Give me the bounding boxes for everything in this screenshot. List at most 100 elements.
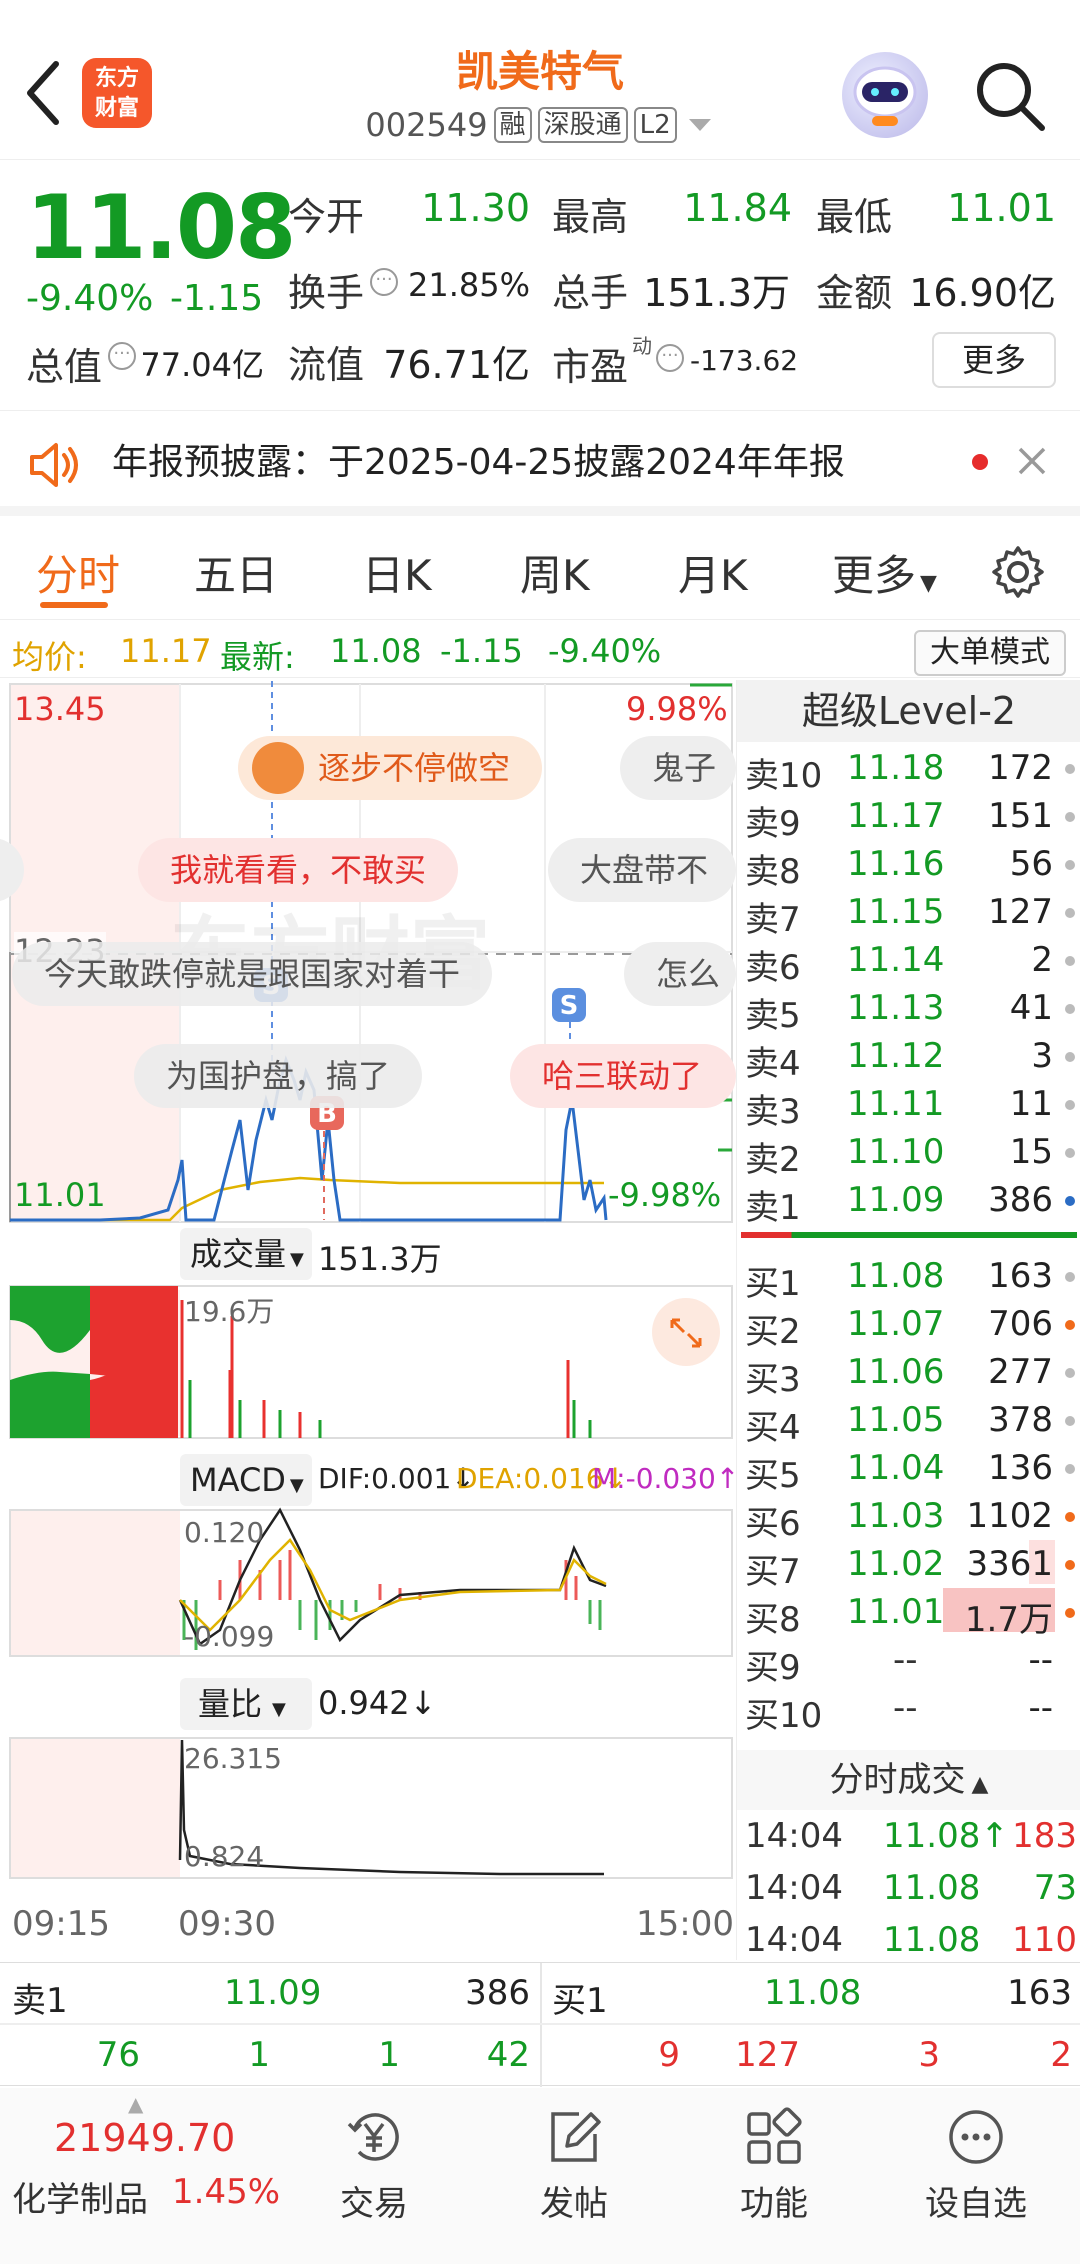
order-volume: 3361 xyxy=(966,1544,1053,1584)
order-level-label: 买4 xyxy=(745,1408,801,1448)
bid-row[interactable]: 买6 11.03 1102 xyxy=(743,1492,1079,1544)
big-order-mode-button[interactable]: 大单模式 xyxy=(914,630,1066,676)
ratio-indicator-select[interactable]: 量比 ▼ xyxy=(180,1678,312,1730)
danmaku-text: 鬼子 xyxy=(652,749,717,787)
order-price: 11.11 xyxy=(847,1084,945,1124)
order-dot xyxy=(1065,1004,1075,1014)
ask-row[interactable]: 卖3 11.11 11 xyxy=(743,1080,1079,1132)
ask-row[interactable]: 卖6 11.14 2 xyxy=(743,936,1079,988)
assistant-robot-icon[interactable] xyxy=(842,52,928,138)
search-icon[interactable] xyxy=(972,58,1048,134)
ask-row[interactable]: 卖10 11.18 172 xyxy=(743,744,1079,796)
volume-label: 总手 xyxy=(552,271,629,315)
ask-row[interactable]: 卖2 11.10 15 xyxy=(743,1128,1079,1180)
trade-ticks-header[interactable]: 分时成交 ▲ xyxy=(737,1750,1080,1810)
bid-row[interactable]: 买8 11.01 1.7万 xyxy=(743,1588,1079,1640)
danmaku-bubble[interactable]: 逐步不停做空 xyxy=(238,736,543,800)
tab-daily-k[interactable]: 日K xyxy=(362,542,432,603)
expand-button[interactable] xyxy=(652,1298,720,1366)
order-level-label: 卖8 xyxy=(745,852,801,892)
order-level-label: 买7 xyxy=(745,1552,801,1592)
sector-index-value[interactable]: 21949.70 xyxy=(54,2116,235,2160)
volume-indicator-select[interactable]: 成交量 ▼ xyxy=(180,1228,312,1280)
bid-row[interactable]: 买3 11.06 277 xyxy=(743,1348,1079,1400)
danmaku-text: 大盘带不 xyxy=(580,851,709,889)
danmaku-bubble[interactable]: 为国护盘，搞了 xyxy=(134,1044,423,1108)
nav-post-label: 发帖 xyxy=(540,2184,608,2224)
nav-post[interactable]: 发帖 xyxy=(504,2106,644,2225)
tab-five-day[interactable]: 五日 xyxy=(194,542,278,603)
tab-more[interactable]: 更多 ▼ xyxy=(832,542,937,603)
level1-quote-bar[interactable]: 卖1 11.09 386 买1 11.08 163 76 1 1 42 9 12… xyxy=(0,1962,1080,2087)
more-button[interactable]: 更多 xyxy=(932,332,1056,388)
bid-row[interactable]: 买10 -- -- xyxy=(743,1684,1079,1736)
order-level-label: 买1 xyxy=(745,1264,801,1304)
nav-functions[interactable]: 功能 xyxy=(704,2106,844,2225)
sell-queue-item: 42 xyxy=(486,2035,530,2075)
ask-row[interactable]: 卖9 11.17 151 xyxy=(743,792,1079,844)
change-percent: -9.40% xyxy=(26,278,154,319)
bid-row[interactable]: 买5 11.04 136 xyxy=(743,1444,1079,1496)
order-price: 11.07 xyxy=(847,1304,945,1344)
trade-yen-icon xyxy=(347,2113,399,2161)
market-cap-value: 77.04亿 xyxy=(140,346,264,384)
ask-row[interactable]: 卖8 11.16 56 xyxy=(743,840,1079,892)
caret-down-icon: ▼ xyxy=(272,1699,286,1720)
volume-value: 151.3万 xyxy=(643,271,790,315)
macd-m: M:-0.030↑ xyxy=(592,1462,740,1495)
auction-shade xyxy=(10,1738,180,1878)
nav-add-watchlist[interactable]: 设自选 xyxy=(906,2106,1046,2225)
tab-monthly-k[interactable]: 月K xyxy=(678,542,748,603)
trade-ticks-title: 分时成交 xyxy=(829,1760,966,1800)
open-label: 今开 xyxy=(288,195,365,239)
order-price: 11.13 xyxy=(847,988,945,1028)
ask-row[interactable]: 卖5 11.13 41 xyxy=(743,984,1079,1036)
announcement-bar[interactable]: 年报预披露：于2025-04-25披露2024年年报 xyxy=(0,410,1080,516)
level2-title[interactable]: 超级Level-2 xyxy=(737,680,1080,742)
close-icon[interactable] xyxy=(1016,445,1048,477)
order-dot xyxy=(1065,1196,1075,1206)
order-dot xyxy=(1065,812,1075,822)
info-icon[interactable]: ··· xyxy=(656,344,684,372)
ask-row[interactable]: 卖7 11.15 127 xyxy=(743,888,1079,940)
macd-indicator-select[interactable]: MACD ▼ xyxy=(180,1454,312,1506)
danmaku-bubble[interactable]: 鬼子 xyxy=(620,736,736,800)
order-price: 11.18 xyxy=(847,748,945,788)
info-icon[interactable]: ··· xyxy=(370,268,398,296)
bid-row[interactable]: 买2 11.07 706 xyxy=(743,1300,1079,1352)
danmaku-bubble[interactable]: 哈三联动了 xyxy=(510,1044,736,1108)
intraday-chart[interactable]: S B S 13.45 9.98% 12.23 11.01 xyxy=(0,680,740,1960)
ask-row[interactable]: 卖4 11.12 3 xyxy=(743,1032,1079,1084)
bid-row[interactable]: 买4 11.05 378 xyxy=(743,1396,1079,1448)
order-level-label: 卖3 xyxy=(745,1092,801,1132)
order-dot xyxy=(1065,956,1075,966)
info-icon[interactable]: ··· xyxy=(108,342,136,370)
volume-bars xyxy=(188,1380,592,1438)
bid-row[interactable]: 买7 11.02 3361 xyxy=(743,1540,1079,1592)
danmaku-bubble[interactable]: 今天敢跌停就是跟国家对着干 xyxy=(12,942,493,1006)
order-level-label: 卖4 xyxy=(745,1044,801,1084)
sector-name[interactable]: 化学制品 xyxy=(12,2172,148,2221)
danmaku-bubble[interactable]: 大盘带不 xyxy=(548,838,736,902)
order-level-label: 买6 xyxy=(745,1504,801,1544)
high-label: 最高 xyxy=(552,195,629,239)
tab-weekly-k[interactable]: 周K xyxy=(520,542,590,603)
order-price: 11.01 xyxy=(847,1592,945,1632)
turnover-label: 换手 xyxy=(288,271,365,315)
ask-row[interactable]: 卖1 11.09 386 xyxy=(743,1176,1079,1228)
order-volume: 3 xyxy=(1031,1036,1053,1076)
nav-functions-label: 功能 xyxy=(740,2184,808,2224)
settings-gear-icon[interactable] xyxy=(990,544,1046,600)
nav-trade[interactable]: 交易 xyxy=(304,2106,444,2225)
avg-label: 均价: xyxy=(12,638,87,676)
order-level-label: 买8 xyxy=(745,1600,801,1640)
trade-tick-row: 14:04 11.08 110 xyxy=(743,1920,1077,1968)
speaker-icon xyxy=(30,443,78,487)
bid-row[interactable]: 买1 11.08 163 xyxy=(743,1252,1079,1304)
danmaku-text: 怎么 xyxy=(656,955,721,993)
tab-intraday[interactable]: 分时 xyxy=(36,542,120,603)
order-level-label: 买5 xyxy=(745,1456,801,1496)
bid-row[interactable]: 买9 -- -- xyxy=(743,1636,1079,1688)
danmaku-bubble[interactable]: 我就看看，不敢买 xyxy=(138,838,459,902)
danmaku-bubble[interactable]: 怎么 xyxy=(624,942,736,1006)
